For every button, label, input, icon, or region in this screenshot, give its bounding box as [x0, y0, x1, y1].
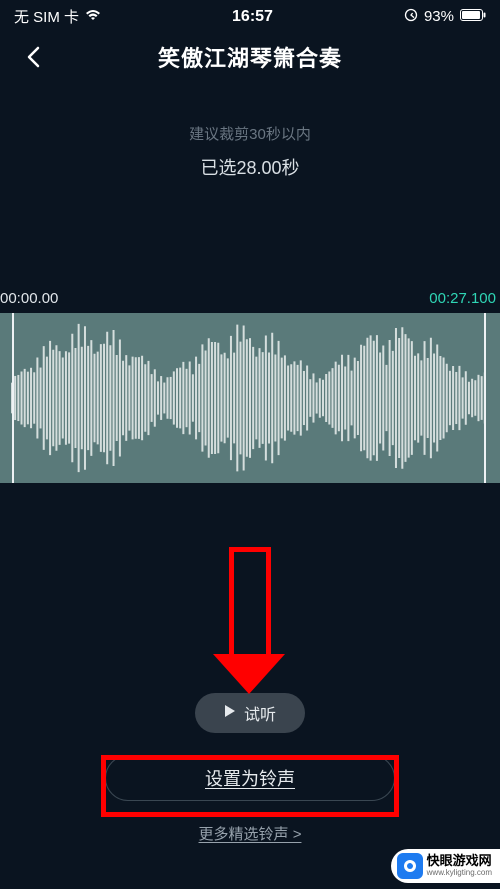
battery-icon — [460, 8, 486, 25]
wifi-icon — [85, 8, 101, 25]
set-ringtone-label: 设置为铃声 — [205, 765, 295, 791]
play-icon — [224, 704, 236, 723]
preview-button[interactable]: 试听 — [195, 693, 305, 733]
annotation-arrow — [229, 547, 271, 692]
watermark-title: 快眼游戏网 — [427, 854, 492, 868]
timeline: 00:00.00 00:27.100 — [0, 290, 500, 483]
time-end: 00:27.100 — [429, 290, 496, 307]
header: 笑傲江湖琴箫合奏 — [0, 33, 500, 87]
chevron-left-icon — [26, 46, 40, 68]
status-right: 93% — [404, 8, 486, 26]
watermark-url: www.kyligting.com — [427, 869, 492, 878]
watermark-icon — [397, 853, 423, 879]
more-ringtones-link[interactable]: 更多精选铃声 > — [0, 823, 500, 844]
set-ringtone-button[interactable]: 设置为铃声 — [105, 755, 395, 801]
time-labels: 00:00.00 00:27.100 — [0, 290, 500, 313]
trim-handle-right[interactable] — [484, 313, 486, 483]
page-title: 笑傲江湖琴箫合奏 — [12, 41, 488, 73]
watermark: 快眼游戏网 www.kyligting.com — [391, 849, 500, 883]
back-button[interactable] — [18, 42, 48, 72]
orientation-lock-icon — [404, 8, 418, 26]
preview-label: 试听 — [244, 701, 276, 725]
status-left: 无 SIM 卡 — [14, 6, 101, 27]
trim-handle-left[interactable] — [12, 313, 14, 483]
waveform[interactable] — [0, 313, 500, 483]
selected-duration: 已选28.00秒 — [0, 154, 500, 180]
time-start: 00:00.00 — [0, 290, 58, 307]
status-bar: 无 SIM 卡 16:57 93% — [0, 0, 500, 33]
sim-status: 无 SIM 卡 — [14, 6, 79, 27]
trim-hint: 建议裁剪30秒以内 — [0, 123, 500, 144]
waveform-svg — [0, 313, 500, 483]
status-time: 16:57 — [232, 8, 273, 26]
battery-percent: 93% — [424, 8, 454, 25]
